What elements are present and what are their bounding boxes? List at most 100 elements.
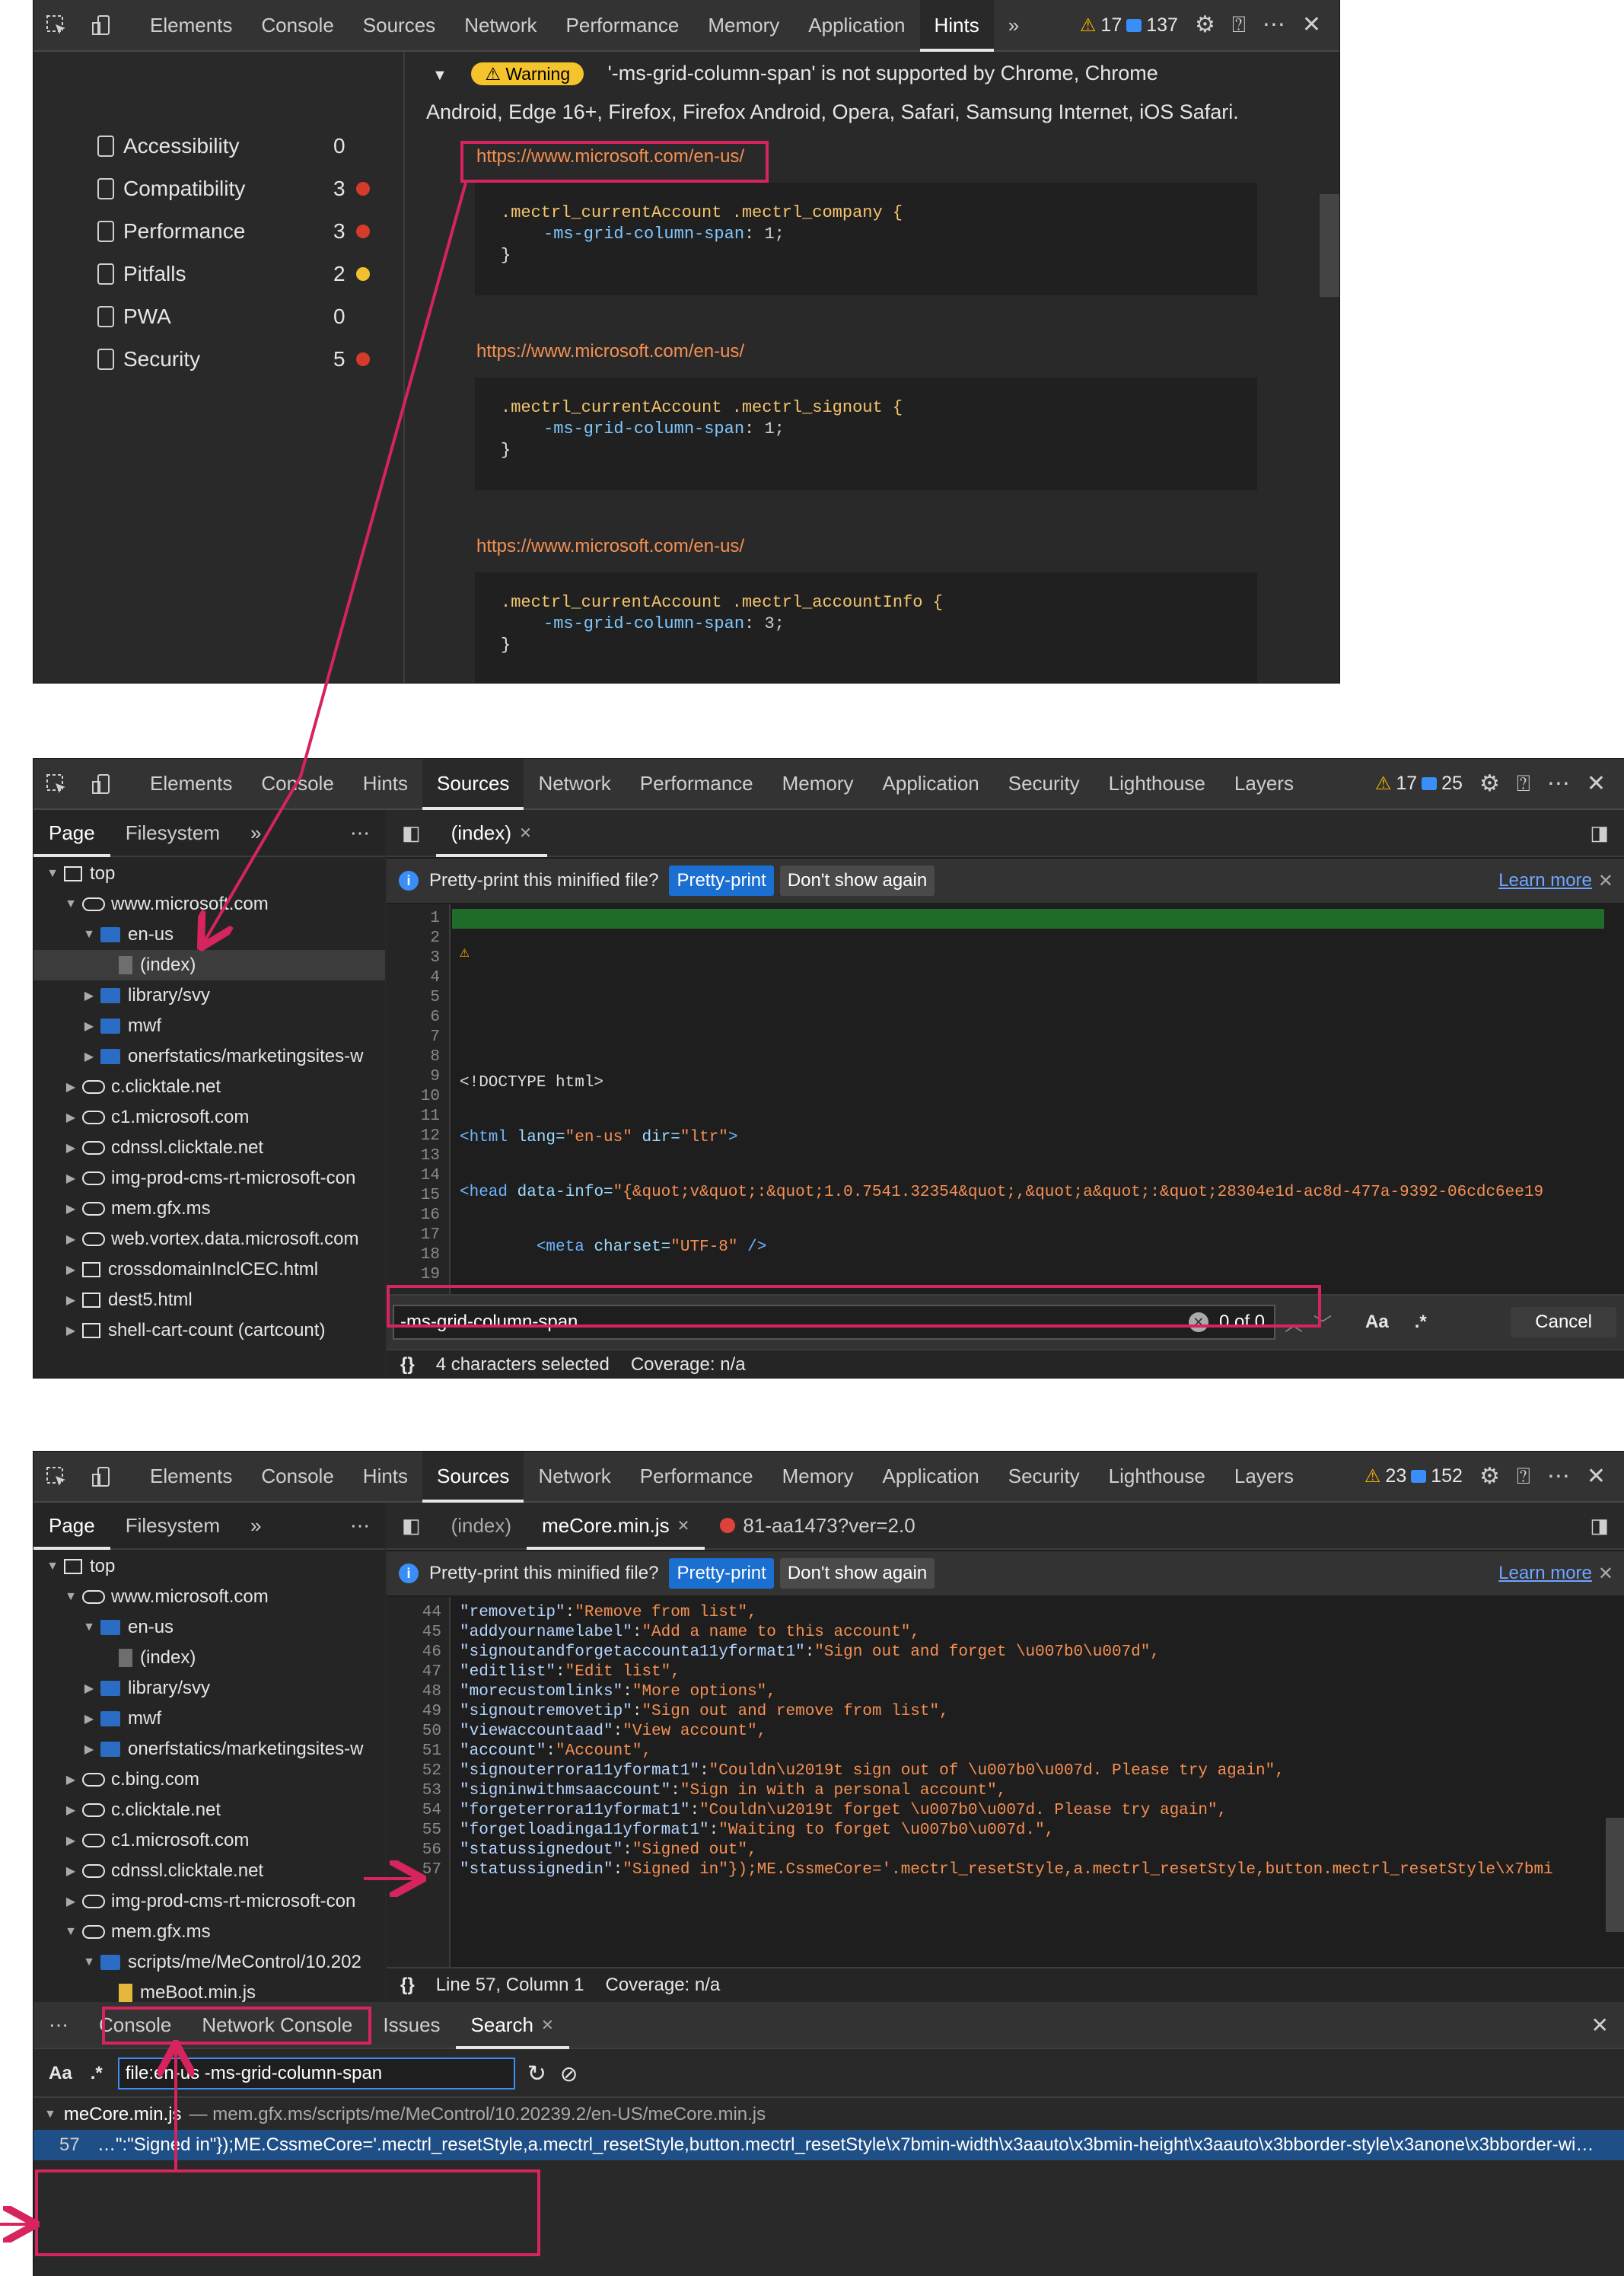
tab-console[interactable]: Console (247, 0, 348, 50)
tree-item-scripts-me-mecontrol-10-202[interactable]: ▼ scripts/me/MeControl/10.202 (33, 1947, 385, 1978)
tab-sources[interactable]: Sources (349, 0, 450, 50)
tree-item-shell-cart-count-cartcount[interactable]: ▶ shell-cart-count (cartcount) (33, 1315, 385, 1346)
hint-url-link[interactable]: https://www.microsoft.com/en-us/ (476, 341, 744, 362)
tab-performance[interactable]: Performance (626, 759, 768, 808)
close-drawer-icon[interactable]: ✕ (1576, 2002, 1624, 2048)
tree-item-onerfstatics-marketingsites-w[interactable]: ▶ onerfstatics/marketingsites-w (33, 1734, 385, 1764)
scrollbar[interactable] (1606, 1818, 1624, 1932)
warnings-badge[interactable]: ⚠ 17 25 (1375, 773, 1463, 795)
tab-network[interactable]: Network (450, 0, 551, 50)
more-options-icon[interactable]: ⋯ (1547, 772, 1570, 795)
code-line[interactable]: 55 "forgetloadinga11yformat1": "Waiting to… (387, 1821, 1624, 1841)
tree-item-c-bing-com[interactable]: ▶ c.bing.com (33, 1764, 385, 1795)
tree-item-mwf[interactable]: ▶ mwf (33, 1704, 385, 1734)
scrollbar[interactable] (1320, 194, 1339, 297)
expand-arrow-icon[interactable]: ▶ (81, 1018, 97, 1034)
more-options-icon[interactable]: ⋯ (1263, 14, 1285, 37)
code-line[interactable]: 47 "editlist": "Edit list", (387, 1662, 1624, 1682)
expand-arrow-icon[interactable]: ▶ (81, 1681, 97, 1696)
expand-arrow-icon[interactable]: ▶ (62, 1323, 79, 1338)
close-infobar-icon[interactable]: ✕ (1598, 870, 1624, 892)
feedback-icon[interactable]: ⍰ (1517, 772, 1530, 795)
toggle-navigator-icon[interactable]: ◧ (387, 1503, 436, 1548)
close-infobar-icon[interactable]: ✕ (1598, 1563, 1624, 1585)
file-tab-index[interactable]: (index) (436, 1503, 527, 1548)
code-line[interactable]: 50 "viewaccountaad": "View account", (387, 1722, 1624, 1742)
expand-arrow-icon[interactable]: ▶ (62, 1140, 79, 1156)
expand-arrow-icon[interactable]: ▶ (62, 1079, 79, 1095)
tab-memory[interactable]: Memory (693, 0, 794, 50)
tree-item-library-svy[interactable]: ▶ library/svy (33, 980, 385, 1011)
feedback-icon[interactable]: ⍰ (1232, 14, 1246, 37)
more-options-icon[interactable]: ⋯ (1547, 1465, 1570, 1488)
expand-arrow-icon[interactable]: ▶ (81, 1049, 97, 1064)
tree-item-meboot-min-js[interactable]: meBoot.min.js (33, 1978, 385, 2002)
collapse-triangle-icon[interactable]: ▼ (432, 67, 447, 84)
tab-performance[interactable]: Performance (552, 0, 694, 50)
tree-item-en-us[interactable]: ▼ en-us (33, 1612, 385, 1643)
expand-arrow-icon[interactable]: ▶ (62, 1262, 79, 1277)
learn-more-link[interactable]: Learn more (1498, 1563, 1598, 1584)
inspect-icon[interactable] (33, 0, 79, 50)
more-tabs-icon[interactable]: » (994, 0, 1033, 50)
gear-icon[interactable]: ⚙ (1479, 772, 1500, 795)
more-options-icon[interactable]: ⋯ (335, 1503, 385, 1548)
tab-memory[interactable]: Memory (768, 759, 868, 808)
dont-show-button[interactable]: Don't show again (779, 1558, 935, 1589)
more-options-icon[interactable]: ⋯ (335, 810, 385, 856)
tree-item-onerfstatics-marketingsites-w[interactable]: ▶ onerfstatics/marketingsites-w (33, 1041, 385, 1072)
expand-arrow-icon[interactable]: ▶ (81, 1742, 97, 1757)
close-icon[interactable]: ✕ (1587, 1465, 1606, 1488)
line-number[interactable]: 2 (387, 929, 449, 948)
inspect-icon[interactable] (33, 1452, 79, 1501)
regex-button[interactable]: .* (1415, 1312, 1427, 1333)
code-line[interactable]: 57 "statussignedin": "Signed in"});ME.Cssm… (387, 1860, 1624, 1880)
code-line[interactable]: 45 "addyournamelabel": "Add a name to this… (387, 1623, 1624, 1643)
tree-item-top[interactable]: ▼ top (33, 859, 385, 889)
close-tab-icon[interactable]: ✕ (541, 2016, 554, 2035)
line-number[interactable]: 15 (387, 1186, 449, 1206)
file-tab-mecore[interactable]: meCore.min.js ✕ (527, 1503, 705, 1550)
tree-item-c1-microsoft-com[interactable]: ▶ c1.microsoft.com (33, 1825, 385, 1856)
tree-item-cdnssl-clicktale-net[interactable]: ▶ cdnssl.clicktale.net (33, 1133, 385, 1163)
line-number[interactable]: 19 (387, 1265, 449, 1285)
line-number[interactable]: 13 (387, 1146, 449, 1166)
tab-network[interactable]: Network (524, 759, 625, 808)
tree-item-img-prod-cms-rt-microsoft-con[interactable]: ▶ img-prod-cms-rt-microsoft-con (33, 1886, 385, 1917)
tab-elements[interactable]: Elements (135, 759, 247, 808)
file-tab-index[interactable]: (index) ✕ (435, 810, 548, 857)
tree-item-dest5-html[interactable]: ▶ dest5.html (33, 1285, 385, 1315)
expand-arrow-icon[interactable]: ▶ (62, 1171, 79, 1186)
line-number[interactable]: 3 (387, 948, 449, 968)
category-security[interactable]: Security 5 (97, 344, 370, 375)
expand-arrow-icon[interactable]: ▶ (81, 1711, 97, 1726)
expand-arrow-icon[interactable]: ▶ (62, 1894, 79, 1909)
expand-arrow-icon[interactable]: ▼ (62, 897, 79, 911)
file-tab-81[interactable]: 81-aa1473?ver=2.0 (705, 1503, 930, 1548)
line-number[interactable]: 18 (387, 1245, 449, 1265)
toggle-debugger-icon[interactable]: ◨ (1575, 1503, 1624, 1548)
category-performance[interactable]: Performance 3 (97, 216, 370, 247)
pretty-print-braces-icon[interactable]: {} (400, 1354, 415, 1375)
tree-item-mem-gfx-ms[interactable]: ▶ mem.gfx.ms (33, 1194, 385, 1224)
tree-item-web-vortex-data-microsoft-com[interactable]: ▶ web.vortex.data.microsoft.com (33, 1224, 385, 1254)
cancel-button[interactable]: Cancel (1511, 1307, 1616, 1337)
drawer-menu-icon[interactable]: ⋯ (33, 2002, 84, 2048)
line-number[interactable]: 12 (387, 1127, 449, 1146)
tab-hints[interactable]: Hints (349, 759, 422, 808)
expand-arrow-icon[interactable]: ▶ (62, 1110, 79, 1125)
tab-filesystem[interactable]: Filesystem (110, 810, 235, 856)
tree-item-www-microsoft-com[interactable]: ▼ www.microsoft.com (33, 889, 385, 920)
tree-item-top[interactable]: ▼ top (33, 1551, 385, 1582)
expand-arrow-icon[interactable]: ▼ (44, 867, 61, 881)
tab-hints[interactable]: Hints (349, 1452, 422, 1501)
clear-icon[interactable]: ⊘ (560, 2061, 578, 2086)
tab-application[interactable]: Application (794, 0, 919, 50)
pretty-print-button[interactable]: Pretty-print (669, 1558, 774, 1589)
code-area[interactable]: 1 2 3 4 5 6 7 8 9 10 11 12 13 14 15 16 17 18 19 ⚠ <!DOCTYP… (387, 904, 1624, 1294)
line-number[interactable]: 10 (387, 1087, 449, 1107)
line-number[interactable]: 14 (387, 1166, 449, 1186)
drawer-tab-search[interactable]: Search ✕ (455, 2002, 569, 2049)
dont-show-button[interactable]: Don't show again (779, 865, 935, 896)
tree-item-en-us[interactable]: ▼ en-us (33, 920, 385, 950)
